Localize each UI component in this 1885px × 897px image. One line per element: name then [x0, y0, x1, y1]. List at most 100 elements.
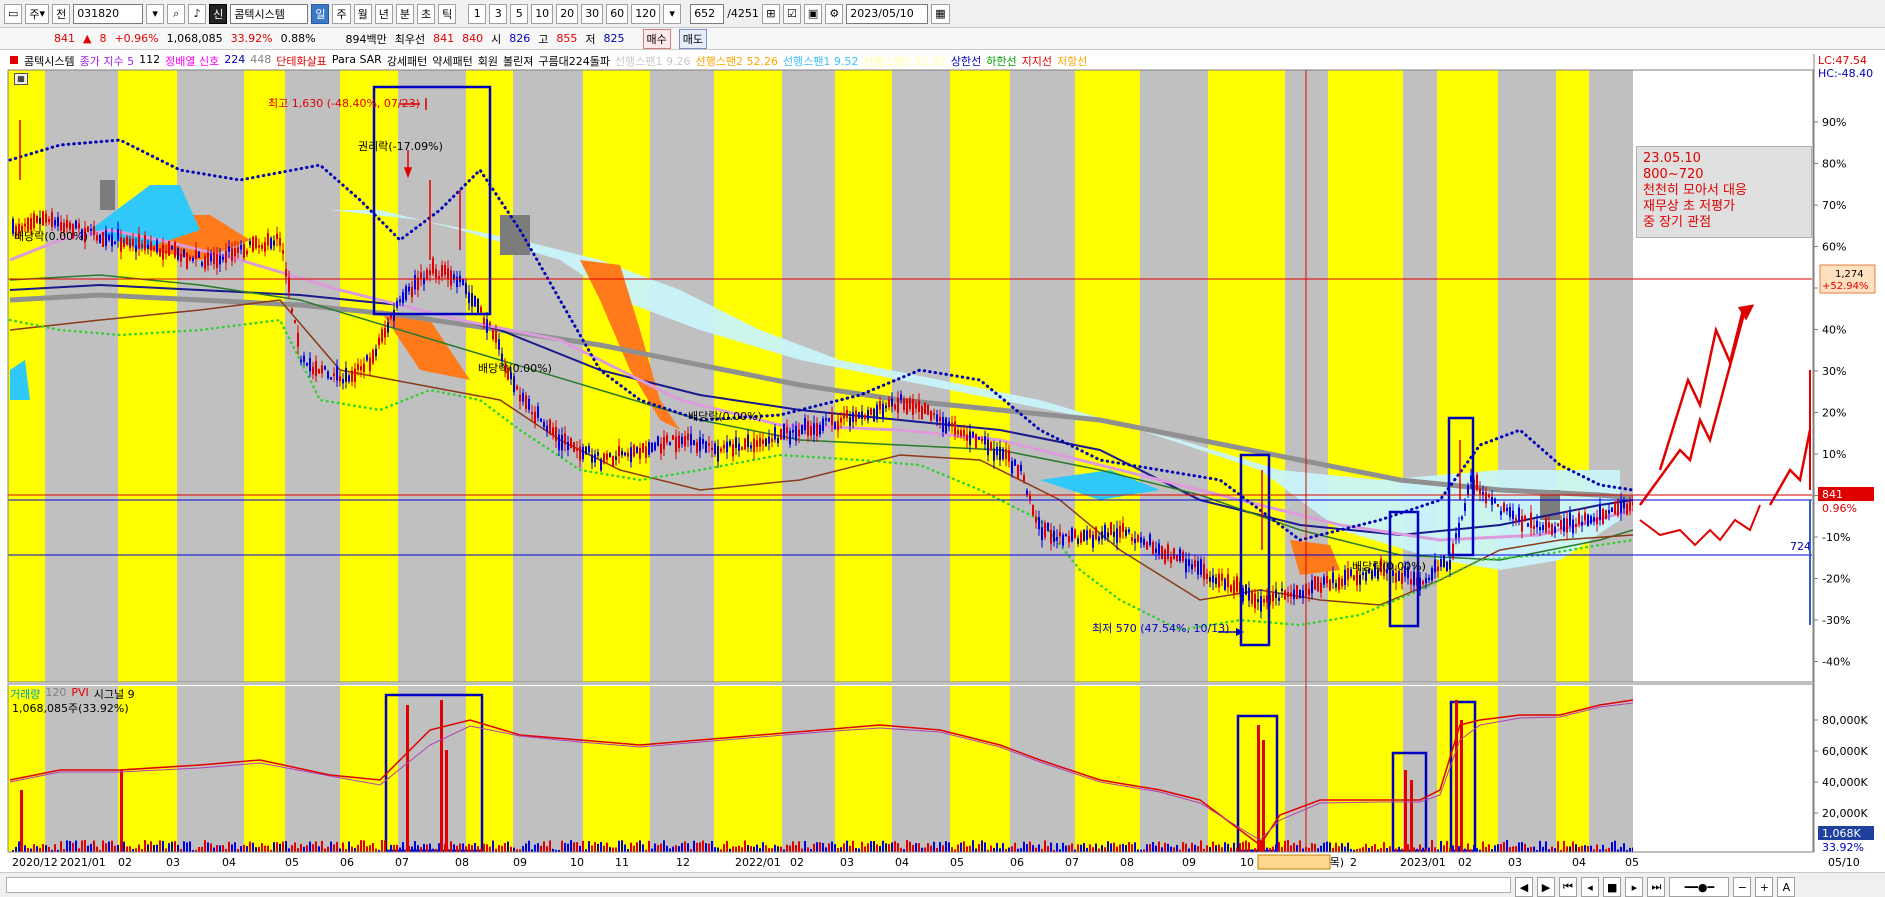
legend-item[interactable]: 하한선 — [986, 53, 1016, 69]
candle-body — [1053, 530, 1055, 542]
settings-icon[interactable]: ⚙ — [825, 3, 844, 24]
bottom-scrollbar[interactable]: ◀ ▶ ⏮ ◂ ■ ▸ ⏭ ━━●━ − + A — [0, 872, 1885, 897]
save-icon[interactable]: ▣ — [803, 3, 823, 24]
candle-body — [1311, 580, 1313, 594]
num-120-button[interactable]: 120 — [631, 3, 661, 24]
num-30-button[interactable]: 30 — [581, 3, 604, 24]
prev-icon[interactable]: ◂ — [1581, 877, 1599, 897]
buy-button[interactable]: 매수 — [642, 28, 671, 49]
code-dropdown-icon[interactable]: ▾ — [146, 3, 165, 24]
price-tick-label: 80% — [1822, 158, 1846, 171]
date-input[interactable]: 2023/05/10 — [846, 3, 929, 24]
volume-bar — [1023, 841, 1025, 852]
stop-icon[interactable]: ■ — [1603, 877, 1622, 897]
legend-item[interactable]: 종가 지수 5 — [80, 53, 134, 69]
candle-body — [1005, 448, 1007, 460]
legend-item[interactable]: 상한선 — [951, 53, 981, 69]
period-month-button[interactable]: 월 — [353, 3, 372, 24]
volume-bar — [615, 847, 617, 852]
candle-body — [471, 292, 473, 307]
candle-body — [153, 247, 155, 250]
candle-body — [183, 249, 185, 257]
period-week-button[interactable]: 주 — [332, 3, 351, 24]
next-icon[interactable]: ▸ — [1625, 877, 1644, 897]
legend-item[interactable]: 회원 — [478, 53, 498, 69]
candle-body — [33, 213, 35, 229]
num-3-button[interactable]: 3 — [489, 3, 508, 24]
legend-item[interactable]: 선행스팬1 9.26 — [615, 53, 690, 69]
legend-item[interactable]: 448 — [250, 53, 271, 69]
num-20-button[interactable]: 20 — [556, 3, 579, 24]
legend-item[interactable]: 콤텍시스템 — [24, 53, 75, 69]
stock-code-input[interactable]: 031820 — [73, 3, 144, 24]
legend-item[interactable]: 선행스팬2 52.26 — [695, 53, 777, 69]
legend-item[interactable]: 구름대224돌파 — [538, 53, 610, 69]
scroll-track[interactable] — [6, 877, 1511, 893]
scroll-controls: ◀ ▶ ⏮ ◂ ■ ▸ ⏭ ━━●━ − + A — [1515, 877, 1796, 897]
candle-body — [594, 454, 596, 463]
scroll-right-icon[interactable]: ▶ — [1537, 877, 1555, 897]
zoom-slider-icon[interactable]: ━━●━ — [1669, 877, 1730, 897]
period-minute-button[interactable]: 분 — [395, 3, 414, 24]
legend-settings-icon[interactable]: ▦ — [14, 73, 28, 85]
grid-icon[interactable]: ⊞ — [761, 3, 780, 24]
calendar-icon[interactable]: ▦ — [931, 3, 950, 24]
candle-body — [138, 234, 140, 249]
legend-item[interactable]: 강세패턴 — [387, 53, 427, 69]
volume-bar — [186, 842, 188, 852]
period-year-button[interactable]: 년 — [374, 3, 393, 24]
time-tick-label: 05 — [285, 856, 299, 869]
candle-body — [1491, 496, 1493, 505]
legend-item[interactable]: Para SAR — [332, 53, 382, 69]
candle-body — [234, 248, 236, 257]
legend-item[interactable]: 단테화살표 — [276, 53, 327, 69]
sin-button[interactable]: 신 — [209, 3, 228, 24]
legend-item[interactable]: 선행스팬1 9.52 — [783, 53, 858, 69]
candle-body — [693, 440, 695, 446]
font-icon[interactable]: A — [1777, 877, 1796, 897]
zoom-in-icon[interactable]: + — [1755, 877, 1774, 897]
period-type-select[interactable]: 주 ▾ — [25, 3, 50, 24]
scroll-left-icon[interactable]: ◀ — [1515, 877, 1533, 897]
legend-item[interactable]: 정배열 신호 — [165, 53, 219, 69]
num-1-button[interactable]: 1 — [468, 3, 487, 24]
stock-chart[interactable]: 90%80%70%60%50%40%30%20%10%0%-10%-20%-30… — [0, 50, 1885, 897]
num-60-button[interactable]: 60 — [606, 3, 629, 24]
search-icon[interactable]: ⌕ — [167, 3, 186, 24]
legend-item[interactable]: 112 — [139, 53, 160, 69]
legend-item[interactable]: 볼린져 — [503, 53, 533, 69]
legend-item[interactable]: 약세패턴 — [432, 53, 472, 69]
last-icon[interactable]: ⏭ — [1647, 877, 1666, 897]
legend-item[interactable]: 224 — [224, 53, 245, 69]
candle-body — [1569, 512, 1571, 526]
period-day-button[interactable]: 일 — [311, 3, 330, 24]
count-total: /4251 — [727, 7, 759, 20]
legend-item[interactable]: 선행스팬2 52.52 — [863, 53, 945, 69]
period-tick-button[interactable]: 틱 — [438, 3, 457, 24]
legend-item[interactable]: 저항선 — [1057, 53, 1087, 69]
legend-item[interactable]: 지지선 — [1022, 53, 1052, 69]
sell-button[interactable]: 매도 — [678, 28, 708, 49]
candle-body — [450, 270, 452, 286]
volume-bar — [183, 841, 185, 852]
candle-body — [1572, 519, 1574, 534]
time-tick-label: 07 — [1065, 856, 1079, 869]
volume-spike — [20, 790, 23, 852]
first-icon[interactable]: ⏮ — [1559, 877, 1577, 897]
num-dropdown-icon[interactable]: ▾ — [663, 3, 682, 24]
volume-bar — [1161, 847, 1163, 852]
count-input[interactable]: 652 — [690, 3, 725, 24]
volume-bar — [1482, 841, 1484, 852]
volume-bar — [564, 842, 566, 852]
volume-bar — [474, 843, 476, 852]
period-second-button[interactable]: 초 — [416, 3, 436, 24]
volume-bar — [1113, 842, 1115, 852]
jeon-button[interactable]: 전 — [52, 3, 71, 24]
check-icon[interactable]: ☑ — [782, 3, 801, 24]
volume-bar — [942, 845, 944, 852]
num-10-button[interactable]: 10 — [531, 3, 554, 24]
sound-icon[interactable]: ♪ — [188, 3, 207, 24]
num-5-button[interactable]: 5 — [510, 3, 529, 24]
zoom-out-icon[interactable]: − — [1733, 877, 1752, 897]
window-menu-icon[interactable]: ▭ — [4, 3, 23, 24]
